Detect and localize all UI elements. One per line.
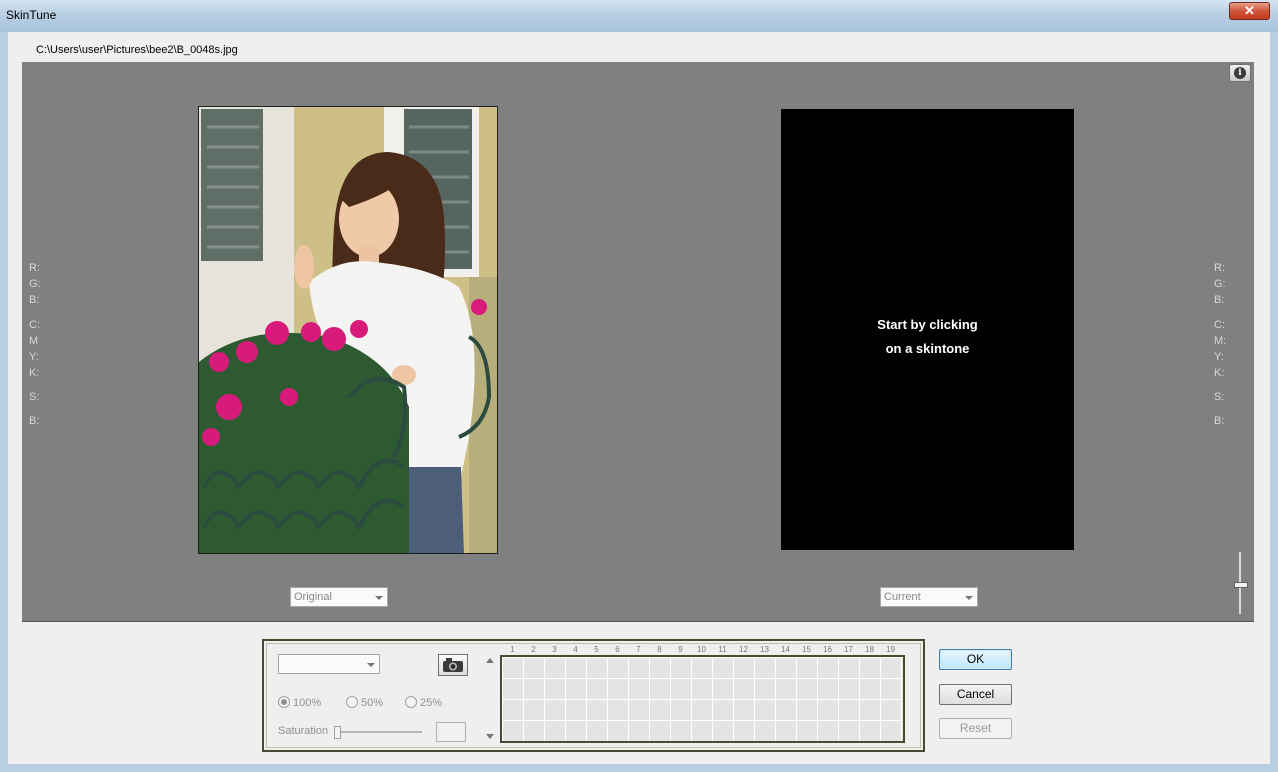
scroll-up-arrow-icon[interactable] bbox=[486, 658, 494, 663]
grid-column-number: 10 bbox=[697, 645, 706, 654]
zoom-slider-thumb[interactable] bbox=[1234, 582, 1248, 588]
zoom-100-radio[interactable]: 100% bbox=[278, 696, 321, 709]
grid-column-number: 5 bbox=[594, 645, 599, 654]
zoom-25-radio[interactable]: 25% bbox=[405, 696, 442, 709]
grid-column-number: 18 bbox=[865, 645, 874, 654]
saturation-slider[interactable] bbox=[336, 731, 422, 733]
grid-column-number: 19 bbox=[886, 645, 895, 654]
window-frame-bottom bbox=[0, 764, 1278, 772]
original-view-select[interactable]: Original bbox=[290, 587, 388, 607]
radio-label: 25% bbox=[420, 697, 443, 709]
current-view-select[interactable]: Current bbox=[880, 587, 978, 607]
select-value: Current bbox=[884, 591, 921, 603]
radio-label: 100% bbox=[293, 697, 322, 709]
result-message: Start by clicking on a skintone bbox=[781, 313, 1074, 361]
info-icon: i bbox=[1234, 67, 1246, 79]
radio-label: 50% bbox=[361, 697, 384, 709]
readout-label: Y: bbox=[1214, 351, 1224, 363]
grid-column-number: 8 bbox=[657, 645, 662, 654]
skintone-swatch-grid[interactable] bbox=[500, 655, 905, 743]
readout-label: S: bbox=[29, 391, 40, 403]
file-path: C:\Users\user\Pictures\bee2\B_0048s.jpg bbox=[36, 44, 238, 56]
readout-label: G: bbox=[29, 278, 41, 290]
readout-label: G: bbox=[1214, 278, 1226, 290]
title-bar: SkinTune ✕ bbox=[0, 0, 1278, 32]
chevron-down-icon bbox=[965, 596, 973, 600]
cancel-button[interactable]: Cancel bbox=[939, 684, 1012, 705]
right-color-readout: R: G: B: C: M: Y: K: S: B: bbox=[1214, 260, 1226, 429]
window-frame-right bbox=[1270, 32, 1278, 772]
close-button[interactable]: ✕ bbox=[1229, 2, 1270, 20]
grid-column-number: 14 bbox=[781, 645, 790, 654]
original-image[interactable] bbox=[198, 106, 498, 554]
readout-label: S: bbox=[1214, 391, 1225, 403]
grid-column-number: 2 bbox=[531, 645, 536, 654]
window-frame-left bbox=[0, 32, 8, 772]
saturation-slider-thumb[interactable] bbox=[334, 726, 341, 739]
readout-label: R: bbox=[29, 262, 40, 274]
grid-column-number: 15 bbox=[802, 645, 811, 654]
readout-label: B: bbox=[1214, 294, 1225, 306]
ok-button[interactable]: OK bbox=[939, 649, 1012, 670]
reset-button[interactable]: Reset bbox=[939, 718, 1012, 739]
readout-label: B: bbox=[29, 294, 40, 306]
scroll-down-arrow-icon[interactable] bbox=[486, 734, 494, 739]
grid-column-number: 3 bbox=[552, 645, 557, 654]
grid-column-number: 13 bbox=[760, 645, 769, 654]
result-preview[interactable]: Start by clicking on a skintone bbox=[781, 109, 1074, 550]
grid-column-number: 6 bbox=[615, 645, 620, 654]
zoom-50-radio[interactable]: 50% bbox=[346, 696, 383, 709]
select-value: Original bbox=[294, 591, 332, 603]
grid-column-number: 9 bbox=[678, 645, 683, 654]
radio-indicator bbox=[278, 696, 290, 708]
readout-label: C: bbox=[29, 319, 40, 331]
result-message-line: on a skintone bbox=[885, 341, 970, 356]
chevron-down-icon bbox=[367, 663, 375, 667]
grid-column-number: 16 bbox=[823, 645, 832, 654]
radio-indicator bbox=[346, 696, 358, 708]
grid-column-number: 12 bbox=[739, 645, 748, 654]
grid-column-number: 7 bbox=[636, 645, 641, 654]
info-button[interactable]: i bbox=[1229, 64, 1251, 82]
readout-label: B: bbox=[29, 415, 40, 427]
readout-label: K: bbox=[1214, 367, 1225, 379]
readout-label: Y: bbox=[29, 351, 39, 363]
chevron-down-icon bbox=[375, 596, 383, 600]
preset-select[interactable] bbox=[278, 654, 380, 674]
saturation-label: Saturation bbox=[278, 725, 329, 737]
readout-label: M: bbox=[1214, 335, 1227, 347]
readout-label: R: bbox=[1214, 262, 1225, 274]
camera-icon bbox=[443, 658, 463, 672]
snapshot-button[interactable] bbox=[438, 654, 468, 676]
readout-label: K: bbox=[29, 367, 40, 379]
original-photo-illustration bbox=[199, 107, 497, 553]
window-title: SkinTune bbox=[6, 8, 57, 22]
radio-indicator bbox=[405, 696, 417, 708]
readout-label: C: bbox=[1214, 319, 1225, 331]
grid-column-number: 4 bbox=[573, 645, 578, 654]
grid-column-number: 17 bbox=[844, 645, 853, 654]
grid-column-number: 11 bbox=[718, 645, 727, 654]
saturation-value-box[interactable] bbox=[436, 722, 466, 742]
left-color-readout: R: G: B: C: M Y: K: S: B: bbox=[29, 260, 41, 429]
result-message-line: Start by clicking bbox=[877, 317, 978, 332]
readout-label: M bbox=[29, 335, 39, 347]
readout-label: B: bbox=[1214, 415, 1225, 427]
grid-column-number: 1 bbox=[510, 645, 515, 654]
